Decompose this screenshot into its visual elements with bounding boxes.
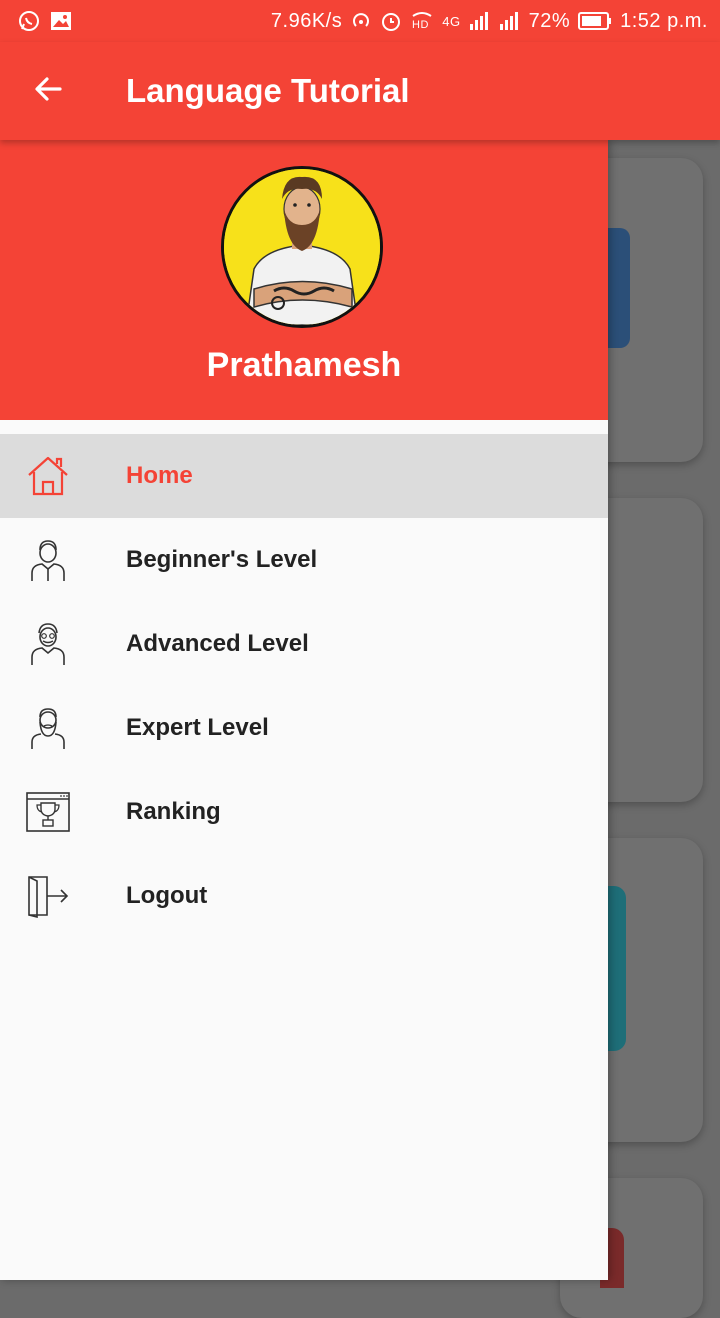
menu-item-beginners-level[interactable]: Beginner's Level [0,518,608,602]
menu-item-advanced-level[interactable]: Advanced Level [0,602,608,686]
logout-icon [24,872,72,920]
image-icon [50,11,72,31]
network-speed: 7.96K/s [270,9,343,32]
clock: 1:52 p.m. [620,9,708,32]
user-name: Prathamesh [206,346,402,384]
network-type: 4G [442,13,461,29]
avatar[interactable] [221,166,383,328]
status-bar: 7.96K/s HD 4G 72% 1:52 p.m. [0,0,720,42]
menu-item-home[interactable]: Home [0,434,608,518]
svg-text:HD: HD [412,19,429,31]
app-title: Language Tutorial [126,72,410,109]
back-button[interactable] [24,67,72,115]
signal-icon-2 [499,11,521,31]
menu-item-ranking[interactable]: Ranking [0,770,608,854]
whatsapp-icon [18,10,40,32]
home-icon [24,452,72,500]
menu-label-home: Home [126,462,193,489]
hd-call-icon: HD [410,10,434,32]
signal-icon [469,11,491,31]
menu-label-beginners-level: Beginner's Level [126,546,318,573]
menu-label-advanced-level: Advanced Level [126,630,309,657]
trophy-icon [24,788,72,836]
menu-item-logout[interactable]: Logout [0,854,608,938]
menu-label-expert-level: Expert Level [126,714,269,741]
beginner-person-icon [24,536,72,584]
battery-percent: 72% [528,9,571,32]
drawer-menu: Home Beginner's Level Advanced Level Exp… [0,434,608,938]
drawer-header: Prathamesh [0,140,608,420]
expert-person-icon [24,704,72,752]
menu-label-logout: Logout [126,882,208,909]
arrow-left-icon [32,73,64,110]
battery-icon [578,12,612,30]
menu-item-expert-level[interactable]: Expert Level [0,686,608,770]
app-bar: Language Tutorial [0,42,720,140]
advanced-person-icon [24,620,72,668]
alarm-icon [380,10,402,32]
menu-label-ranking: Ranking [126,798,221,825]
navigation-drawer: Prathamesh Home Beginner's Level Advance… [0,140,608,1280]
hotspot-icon [350,10,372,32]
